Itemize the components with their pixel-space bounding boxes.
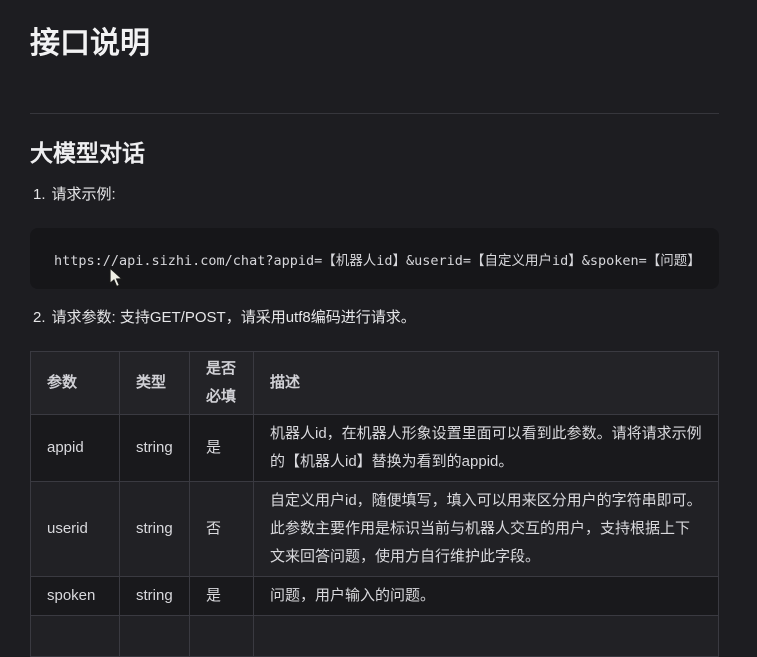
cell-type: string	[119, 481, 190, 577]
step-label: 请求参数: 支持GET/POST，请采用utf8编码进行请求。	[51, 309, 416, 326]
cell-type: string	[119, 576, 190, 616]
section-title: 大模型对话	[30, 140, 145, 166]
step-number: 1.	[33, 186, 46, 203]
table-header-row: 参数 类型 是否必填 描述	[30, 351, 719, 415]
cell-required: 是	[189, 576, 254, 616]
table-row-partial	[30, 615, 719, 657]
table-row-appid: appid string 是 机器人id，在机器人形象设置里面可以看到此参数。请…	[30, 414, 719, 482]
cell-description: 自定义用户id，随便填写，填入可以用来区分用户的字符串即可。此参数主要作用是标识…	[253, 481, 719, 577]
table-row-userid: userid string 否 自定义用户id，随便填写，填入可以用来区分用户的…	[30, 481, 719, 577]
cell-type: string	[119, 414, 190, 482]
request-example-code-block: https://api.sizhi.com/chat?appid=【机器人id】…	[30, 228, 719, 289]
step-number: 2.	[33, 309, 46, 326]
header-param: 参数	[30, 351, 120, 415]
step-request-params: 2. 请求参数: 支持GET/POST，请采用utf8编码进行请求。	[30, 307, 719, 329]
cell-param: appid	[30, 414, 120, 482]
table-row-spoken: spoken string 是 问题，用户输入的问题。	[30, 576, 719, 616]
header-type: 类型	[119, 351, 190, 415]
request-url-code: https://api.sizhi.com/chat?appid=【机器人id】…	[54, 252, 701, 269]
cell-description: 机器人id，在机器人形象设置里面可以看到此参数。请将请求示例的【机器人id】替换…	[253, 414, 719, 482]
cell-required	[189, 615, 254, 657]
section-divider	[30, 113, 719, 114]
doc-page: { "page": { "title": "接口说明", "section_ti…	[0, 0, 757, 657]
cell-description: 问题，用户输入的问题。	[253, 576, 719, 616]
cell-param: userid	[30, 481, 120, 577]
cell-type	[119, 615, 190, 657]
cell-description	[253, 615, 719, 657]
header-description: 描述	[253, 351, 719, 415]
header-required: 是否必填	[189, 351, 254, 415]
content-area: 接口说明 大模型对话 1. 请求示例: https://api.sizhi.co…	[0, 0, 757, 657]
step-label: 请求示例:	[51, 186, 116, 203]
cell-required: 是	[189, 414, 254, 482]
cell-required: 否	[189, 481, 254, 577]
cell-param: spoken	[30, 576, 120, 616]
page-title: 接口说明	[30, 27, 150, 60]
step-request-example: 1. 请求示例:	[30, 184, 719, 206]
params-table: 参数 类型 是否必填 描述 appid string 是 机器人id，在机器人形…	[30, 351, 719, 657]
cell-param	[30, 615, 120, 657]
